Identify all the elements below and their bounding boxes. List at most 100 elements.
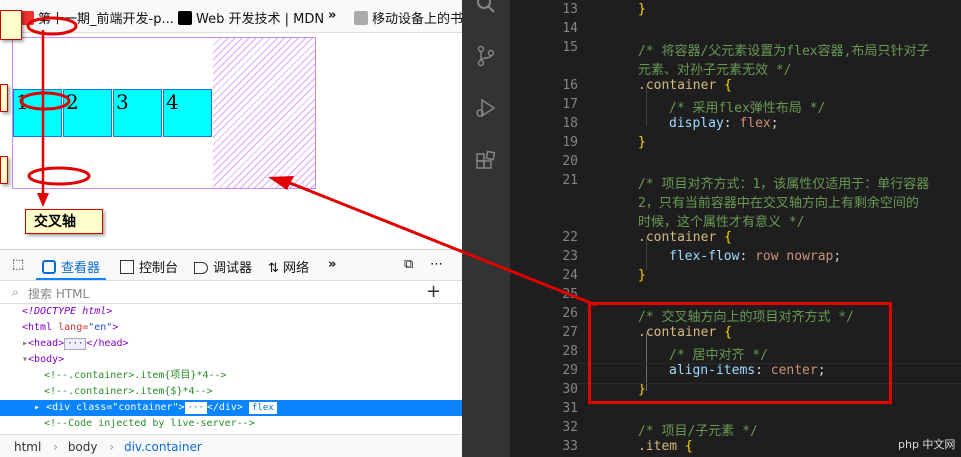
- code-token: :: [739, 249, 756, 264]
- code-line[interactable]: .container {: [638, 78, 732, 93]
- line-number: 24: [562, 268, 578, 283]
- breadcrumb: html › body › div.container: [0, 434, 462, 457]
- tree-row[interactable]: ▸<head> ··· </head>: [0, 336, 462, 352]
- code-line[interactable]: /* 将容器/父元素设置为flex容器,布局只针对子: [638, 40, 929, 59]
- inspector-icon: [42, 260, 56, 274]
- code-token: 2，只有当前容器中在交叉轴方向上有剩余空间的: [638, 196, 919, 211]
- line-number: 18: [562, 116, 578, 131]
- breadcrumb-separator: ›: [109, 440, 115, 454]
- code-token: /* 项目/子元素 */: [638, 424, 758, 439]
- line-number: 20: [562, 154, 578, 169]
- code-token: ;: [770, 116, 779, 131]
- code-line[interactable]: .item {: [638, 439, 693, 454]
- tree-row-selected[interactable]: ▸ <div class="container"> ··· </div> flex: [0, 400, 462, 416]
- more-tabs-button[interactable]: »: [328, 257, 336, 272]
- line-number: 13: [562, 2, 578, 17]
- code-token: row nowrap: [755, 249, 834, 264]
- code-token: {: [684, 439, 693, 454]
- devtools-tabbar: ⬚ 查看器 控制台 调试器 ⇅ 网络 » ⧉ ⋯: [0, 250, 462, 281]
- expand-arrow-icon[interactable]: ▸: [34, 402, 46, 413]
- code-token: flex-flow: [669, 249, 740, 264]
- console-icon: [120, 260, 134, 274]
- tree-row[interactable]: ▾<body>: [0, 352, 462, 368]
- source-control-icon[interactable]: [474, 44, 498, 68]
- pick-element-icon[interactable]: ⬚: [12, 257, 24, 272]
- code-line[interactable]: 时候，这个属性才有意义 */: [638, 211, 804, 230]
- html-tree: <!DOCTYPE html> <html lang="en"> ▸<head>…: [0, 304, 462, 432]
- flex-item: 2: [63, 89, 112, 137]
- code-token: /* 项目对齐方式：1，该属性仅适用于：单行容器: [638, 177, 930, 192]
- line-number: 14: [562, 21, 578, 36]
- breadcrumb-item[interactable]: body: [68, 440, 98, 454]
- code-line[interactable]: /* 项目/子元素 */: [638, 420, 758, 439]
- tab-console[interactable]: 控制台: [120, 257, 178, 276]
- bookmark-item[interactable]: 第十一期_前端开发-p...: [20, 8, 174, 27]
- code-line[interactable]: /* 项目对齐方式：1，该属性仅适用于：单行容器: [638, 173, 929, 192]
- folder-icon: [354, 11, 368, 25]
- line-number: 30: [562, 382, 578, 397]
- flex-item: 3: [113, 89, 162, 137]
- tree-row[interactable]: <!--.container>.item{$}*4-->: [0, 384, 462, 400]
- code-line[interactable]: display: flex;: [669, 116, 779, 131]
- search-icon[interactable]: [474, 0, 498, 16]
- code-token: display: [669, 116, 724, 131]
- active-tab-indicator: [36, 278, 106, 280]
- line-number: 22: [562, 230, 578, 245]
- search-icon: ⌕: [12, 285, 19, 299]
- more-bookmarks-button[interactable]: »: [328, 8, 336, 23]
- flex-item: 4: [163, 89, 212, 137]
- code-line[interactable]: }: [638, 2, 646, 17]
- line-number: 27: [562, 325, 578, 340]
- flex-item: 1: [13, 89, 62, 137]
- code-line[interactable]: }: [638, 268, 646, 283]
- code-token: }: [638, 2, 646, 17]
- breadcrumb-item[interactable]: div.container: [124, 440, 202, 454]
- code-token: /* 将容器/父元素设置为flex容器,布局只针对子: [638, 44, 930, 59]
- code-token: .container: [638, 230, 717, 245]
- breadcrumb-item[interactable]: html: [14, 440, 41, 454]
- code-token: .item: [638, 439, 678, 454]
- code-line[interactable]: /* 采用flex弹性布局 */: [669, 97, 825, 116]
- browser-window: 第十一期_前端开发-p... Web 开发技术 | MDN » 移动设备上的书签…: [0, 0, 462, 457]
- line-number: 19: [562, 135, 578, 150]
- code-line[interactable]: .container {: [638, 230, 732, 245]
- tab-network[interactable]: ⇅ 网络: [268, 257, 309, 276]
- dock-icon[interactable]: ⧉: [404, 257, 413, 272]
- code-token: }: [638, 268, 646, 283]
- line-number: 23: [562, 249, 578, 264]
- run-debug-icon[interactable]: [474, 96, 498, 120]
- add-node-button[interactable]: +: [426, 281, 441, 302]
- code-line[interactable]: flex-flow: row nowrap;: [669, 249, 841, 264]
- code-token: {: [724, 78, 732, 93]
- devtools-panel: ⬚ 查看器 控制台 调试器 ⇅ 网络 » ⧉ ⋯ ⌕ 搜索 HTML + <!D…: [0, 249, 462, 457]
- menu-dots-icon[interactable]: ⋯: [430, 257, 443, 272]
- tree-row[interactable]: <!--Code injected by live-server-->: [0, 416, 462, 432]
- extensions-icon[interactable]: [474, 150, 498, 174]
- html-search-bar[interactable]: ⌕ 搜索 HTML +: [0, 281, 462, 304]
- code-line[interactable]: 2，只有当前容器中在交叉轴方向上有剩余空间的: [638, 192, 919, 211]
- code-line[interactable]: }: [638, 135, 646, 150]
- bookmark-item[interactable]: Web 开发技术 | MDN: [178, 8, 324, 27]
- code-token: 元素、对孙子元素无效 */: [638, 63, 792, 78]
- tree-row[interactable]: <!DOCTYPE html>: [0, 304, 462, 320]
- line-number: 21: [562, 173, 578, 188]
- code-line[interactable]: 元素、对孙子元素无效 */: [638, 59, 791, 78]
- line-number: 16: [562, 78, 578, 93]
- code-highlight-box: [588, 302, 892, 404]
- tree-row[interactable]: <html lang="en">: [0, 320, 462, 336]
- line-number: 15: [562, 40, 578, 55]
- bookmarks-toolbar: 第十一期_前端开发-p... Web 开发技术 | MDN » 移动设备上的书签: [0, 0, 462, 33]
- tab-inspector[interactable]: 查看器: [42, 257, 100, 276]
- tree-row[interactable]: <!--.container>.item{项目}*4-->: [0, 368, 462, 384]
- code-token: :: [723, 116, 740, 131]
- mdn-icon: [178, 11, 192, 25]
- tab-debugger[interactable]: 调试器: [194, 257, 252, 276]
- annotation-box: [0, 10, 22, 40]
- search-input[interactable]: 搜索 HTML: [28, 285, 89, 302]
- network-icon: ⇅: [268, 261, 284, 276]
- annotation-box: [0, 84, 8, 112]
- flex-badge[interactable]: flex: [248, 402, 277, 414]
- code-token: /* 采用flex弹性布局 */: [669, 101, 826, 116]
- bookmark-item[interactable]: 移动设备上的书签: [354, 8, 462, 27]
